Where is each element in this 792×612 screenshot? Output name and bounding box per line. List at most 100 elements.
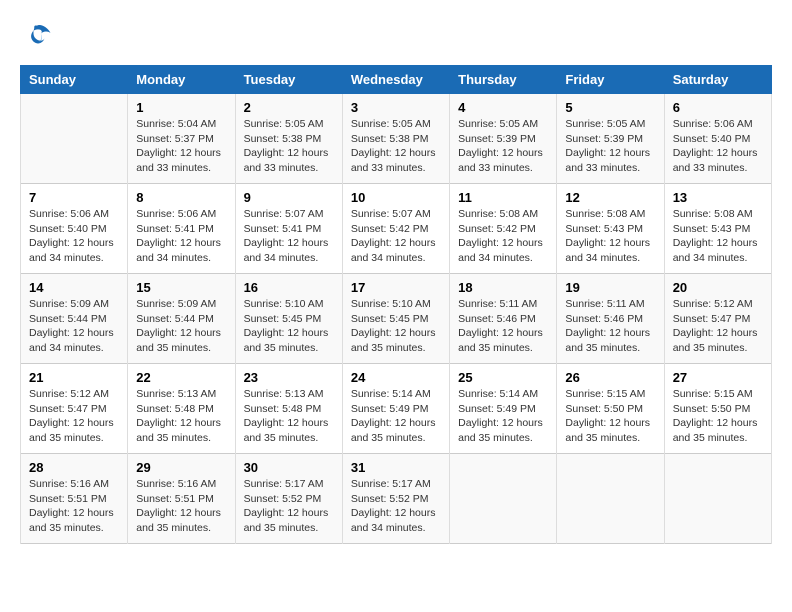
calendar-cell: 15 Sunrise: 5:09 AM Sunset: 5:44 PM Dayli… bbox=[128, 274, 235, 364]
calendar-cell: 7 Sunrise: 5:06 AM Sunset: 5:40 PM Daylig… bbox=[21, 184, 128, 274]
day-info: Sunrise: 5:09 AM Sunset: 5:44 PM Dayligh… bbox=[136, 297, 226, 356]
day-info: Sunrise: 5:05 AM Sunset: 5:38 PM Dayligh… bbox=[244, 117, 334, 176]
calendar-week-row: 7 Sunrise: 5:06 AM Sunset: 5:40 PM Daylig… bbox=[21, 184, 772, 274]
day-info: Sunrise: 5:16 AM Sunset: 5:51 PM Dayligh… bbox=[29, 477, 119, 536]
day-number: 18 bbox=[458, 280, 548, 295]
calendar-cell: 26Sunrise: 5:15 AM Sunset: 5:50 PM Dayli… bbox=[557, 364, 664, 454]
day-info: Sunrise: 5:07 AM Sunset: 5:41 PM Dayligh… bbox=[244, 207, 334, 266]
calendar-cell: 3 Sunrise: 5:05 AM Sunset: 5:38 PM Daylig… bbox=[342, 94, 449, 184]
weekday-header-tuesday: Tuesday bbox=[235, 66, 342, 94]
day-number: 12 bbox=[565, 190, 655, 205]
day-info: Sunrise: 5:09 AM Sunset: 5:44 PM Dayligh… bbox=[29, 297, 119, 356]
day-number: 6 bbox=[673, 100, 763, 115]
day-info: Sunrise: 5:12 AM Sunset: 5:47 PM Dayligh… bbox=[673, 297, 763, 356]
calendar-cell: 2 Sunrise: 5:05 AM Sunset: 5:38 PM Daylig… bbox=[235, 94, 342, 184]
day-number: 13 bbox=[673, 190, 763, 205]
day-number: 10 bbox=[351, 190, 441, 205]
day-info: Sunrise: 5:10 AM Sunset: 5:45 PM Dayligh… bbox=[351, 297, 441, 356]
weekday-header-saturday: Saturday bbox=[664, 66, 771, 94]
day-info: Sunrise: 5:15 AM Sunset: 5:50 PM Dayligh… bbox=[673, 387, 763, 446]
day-number: 31 bbox=[351, 460, 441, 475]
day-number: 28 bbox=[29, 460, 119, 475]
day-info: Sunrise: 5:06 AM Sunset: 5:40 PM Dayligh… bbox=[29, 207, 119, 266]
day-info: Sunrise: 5:08 AM Sunset: 5:43 PM Dayligh… bbox=[565, 207, 655, 266]
weekday-header-thursday: Thursday bbox=[450, 66, 557, 94]
logo-icon bbox=[22, 20, 52, 50]
calendar-cell: 20 Sunrise: 5:12 AM Sunset: 5:47 PM Dayli… bbox=[664, 274, 771, 364]
day-info: Sunrise: 5:17 AM Sunset: 5:52 PM Dayligh… bbox=[244, 477, 334, 536]
day-number: 11 bbox=[458, 190, 548, 205]
day-info: Sunrise: 5:05 AM Sunset: 5:38 PM Dayligh… bbox=[351, 117, 441, 176]
day-number: 16 bbox=[244, 280, 334, 295]
calendar-cell: 29 Sunrise: 5:16 AM Sunset: 5:51 PM Dayli… bbox=[128, 454, 235, 544]
calendar-cell: 12 Sunrise: 5:08 AM Sunset: 5:43 PM Dayli… bbox=[557, 184, 664, 274]
day-number: 14 bbox=[29, 280, 119, 295]
day-number: 3 bbox=[351, 100, 441, 115]
day-info: Sunrise: 5:10 AM Sunset: 5:45 PM Dayligh… bbox=[244, 297, 334, 356]
day-number: 24 bbox=[351, 370, 441, 385]
day-info: Sunrise: 5:11 AM Sunset: 5:46 PM Dayligh… bbox=[458, 297, 548, 356]
day-number: 30 bbox=[244, 460, 334, 475]
calendar-cell bbox=[450, 454, 557, 544]
calendar-cell: 27 Sunrise: 5:15 AM Sunset: 5:50 PM Dayli… bbox=[664, 364, 771, 454]
day-number: 23 bbox=[244, 370, 334, 385]
day-number: 27 bbox=[673, 370, 763, 385]
calendar-cell: 21Sunrise: 5:12 AM Sunset: 5:47 PM Dayli… bbox=[21, 364, 128, 454]
day-number: 19 bbox=[565, 280, 655, 295]
logo bbox=[20, 20, 52, 55]
day-info: Sunrise: 5:07 AM Sunset: 5:42 PM Dayligh… bbox=[351, 207, 441, 266]
day-info: Sunrise: 5:05 AM Sunset: 5:39 PM Dayligh… bbox=[458, 117, 548, 176]
calendar-cell: 17Sunrise: 5:10 AM Sunset: 5:45 PM Dayli… bbox=[342, 274, 449, 364]
day-number: 22 bbox=[136, 370, 226, 385]
calendar-cell: 11 Sunrise: 5:08 AM Sunset: 5:42 PM Dayli… bbox=[450, 184, 557, 274]
calendar-cell bbox=[557, 454, 664, 544]
calendar-cell: 6 Sunrise: 5:06 AM Sunset: 5:40 PM Daylig… bbox=[664, 94, 771, 184]
calendar-week-row: 21Sunrise: 5:12 AM Sunset: 5:47 PM Dayli… bbox=[21, 364, 772, 454]
day-info: Sunrise: 5:14 AM Sunset: 5:49 PM Dayligh… bbox=[458, 387, 548, 446]
day-number: 8 bbox=[136, 190, 226, 205]
calendar-cell: 16 Sunrise: 5:10 AM Sunset: 5:45 PM Dayli… bbox=[235, 274, 342, 364]
page-header bbox=[20, 20, 772, 55]
calendar-cell: 22 Sunrise: 5:13 AM Sunset: 5:48 PM Dayli… bbox=[128, 364, 235, 454]
calendar-cell: 25 Sunrise: 5:14 AM Sunset: 5:49 PM Dayli… bbox=[450, 364, 557, 454]
calendar-cell: 10 Sunrise: 5:07 AM Sunset: 5:42 PM Dayli… bbox=[342, 184, 449, 274]
calendar-cell: 5 Sunrise: 5:05 AM Sunset: 5:39 PM Daylig… bbox=[557, 94, 664, 184]
day-number: 29 bbox=[136, 460, 226, 475]
day-info: Sunrise: 5:16 AM Sunset: 5:51 PM Dayligh… bbox=[136, 477, 226, 536]
day-info: Sunrise: 5:04 AM Sunset: 5:37 PM Dayligh… bbox=[136, 117, 226, 176]
day-number: 21 bbox=[29, 370, 119, 385]
calendar-cell: 8Sunrise: 5:06 AM Sunset: 5:41 PM Daylig… bbox=[128, 184, 235, 274]
day-number: 7 bbox=[29, 190, 119, 205]
day-number: 2 bbox=[244, 100, 334, 115]
calendar-cell: 4 Sunrise: 5:05 AM Sunset: 5:39 PM Daylig… bbox=[450, 94, 557, 184]
calendar-cell: 14 Sunrise: 5:09 AM Sunset: 5:44 PM Dayli… bbox=[21, 274, 128, 364]
day-info: Sunrise: 5:06 AM Sunset: 5:40 PM Dayligh… bbox=[673, 117, 763, 176]
day-info: Sunrise: 5:13 AM Sunset: 5:48 PM Dayligh… bbox=[244, 387, 334, 446]
calendar-cell: 24 Sunrise: 5:14 AM Sunset: 5:49 PM Dayli… bbox=[342, 364, 449, 454]
day-number: 1 bbox=[136, 100, 226, 115]
day-info: Sunrise: 5:05 AM Sunset: 5:39 PM Dayligh… bbox=[565, 117, 655, 176]
day-info: Sunrise: 5:17 AM Sunset: 5:52 PM Dayligh… bbox=[351, 477, 441, 536]
calendar-header-row: SundayMondayTuesdayWednesdayThursdayFrid… bbox=[21, 66, 772, 94]
day-info: Sunrise: 5:11 AM Sunset: 5:46 PM Dayligh… bbox=[565, 297, 655, 356]
day-number: 15 bbox=[136, 280, 226, 295]
day-info: Sunrise: 5:08 AM Sunset: 5:42 PM Dayligh… bbox=[458, 207, 548, 266]
day-number: 20 bbox=[673, 280, 763, 295]
day-info: Sunrise: 5:13 AM Sunset: 5:48 PM Dayligh… bbox=[136, 387, 226, 446]
calendar-cell: 19 Sunrise: 5:11 AM Sunset: 5:46 PM Dayli… bbox=[557, 274, 664, 364]
day-number: 5 bbox=[565, 100, 655, 115]
day-info: Sunrise: 5:14 AM Sunset: 5:49 PM Dayligh… bbox=[351, 387, 441, 446]
calendar-cell: 9 Sunrise: 5:07 AM Sunset: 5:41 PM Daylig… bbox=[235, 184, 342, 274]
calendar-cell: 1 Sunrise: 5:04 AM Sunset: 5:37 PM Daylig… bbox=[128, 94, 235, 184]
day-info: Sunrise: 5:08 AM Sunset: 5:43 PM Dayligh… bbox=[673, 207, 763, 266]
calendar-cell: 30 Sunrise: 5:17 AM Sunset: 5:52 PM Dayli… bbox=[235, 454, 342, 544]
calendar-week-row: 28 Sunrise: 5:16 AM Sunset: 5:51 PM Dayli… bbox=[21, 454, 772, 544]
weekday-header-sunday: Sunday bbox=[21, 66, 128, 94]
calendar-cell: 13 Sunrise: 5:08 AM Sunset: 5:43 PM Dayli… bbox=[664, 184, 771, 274]
day-number: 4 bbox=[458, 100, 548, 115]
calendar-week-row: 14 Sunrise: 5:09 AM Sunset: 5:44 PM Dayli… bbox=[21, 274, 772, 364]
day-number: 25 bbox=[458, 370, 548, 385]
day-number: 9 bbox=[244, 190, 334, 205]
weekday-header-friday: Friday bbox=[557, 66, 664, 94]
calendar-cell: 23 Sunrise: 5:13 AM Sunset: 5:48 PM Dayli… bbox=[235, 364, 342, 454]
